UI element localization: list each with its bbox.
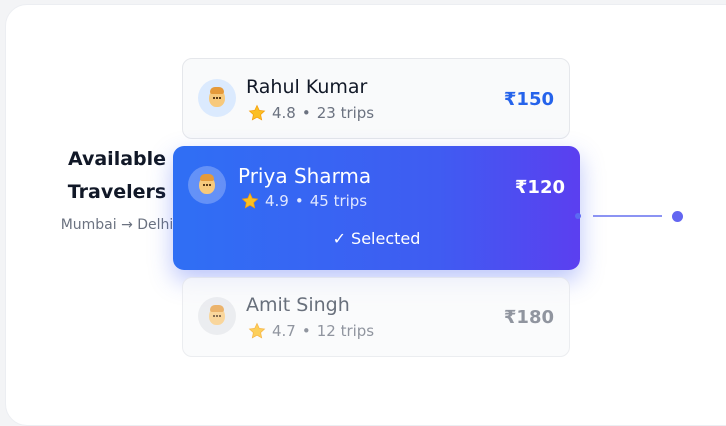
traveler-rating: 4.7 [272, 322, 296, 340]
star-icon [241, 192, 259, 209]
connector-end-dot [672, 211, 683, 222]
traveler-trips: 12 trips [316, 322, 375, 340]
connector-start-dot [575, 213, 581, 219]
section-title: Available Travelers [58, 143, 176, 209]
selected-indicator: ✓ Selected [332, 229, 421, 248]
traveler-card-amit[interactable]: Amit Singh 4.7 • 12 trips ₹180 [182, 277, 570, 357]
meta-separator: • [301, 104, 311, 122]
traveler-price: ₹120 [514, 177, 565, 198]
traveler-trips: 45 trips [309, 192, 368, 210]
person-avatar-icon [188, 166, 226, 204]
traveler-name: Rahul Kumar [246, 76, 368, 98]
meta-separator: • [294, 192, 304, 210]
person-avatar-icon [198, 79, 236, 117]
connector-line [593, 215, 662, 217]
section-title-line2: Travelers [67, 181, 167, 203]
traveler-meta: 4.8 • 23 trips [248, 104, 374, 122]
traveler-name: Amit Singh [246, 294, 350, 316]
traveler-price: ₹180 [503, 307, 554, 328]
route-label: Mumbai → Delhi [60, 217, 174, 233]
traveler-trips: 23 trips [316, 104, 375, 122]
meta-separator: • [301, 322, 311, 340]
traveler-name: Priya Sharma [238, 164, 372, 188]
star-icon [248, 104, 266, 121]
traveler-price: ₹150 [503, 89, 554, 110]
traveler-meta: 4.9 • 45 trips [241, 192, 367, 210]
traveler-meta: 4.7 • 12 trips [248, 322, 374, 340]
person-avatar-icon [198, 297, 236, 335]
traveler-rating: 4.8 [272, 104, 296, 122]
traveler-card-priya[interactable]: Priya Sharma 4.9 • 45 trips ₹120 ✓ Selec… [173, 146, 580, 270]
traveler-rating: 4.9 [265, 192, 289, 210]
section-title-line1: Available [67, 148, 167, 170]
star-icon [248, 322, 266, 339]
traveler-card-rahul[interactable]: Rahul Kumar 4.8 • 23 trips ₹150 [182, 58, 570, 139]
